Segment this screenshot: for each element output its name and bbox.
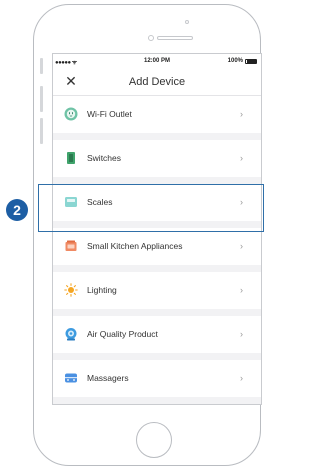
page-title: Add Device (128, 76, 186, 88)
air-quality-icon (65, 328, 77, 341)
home-button[interactable] (136, 422, 172, 458)
chevron-right-icon: › (240, 153, 243, 163)
proximity-sensor (185, 20, 189, 24)
volume-up-button (40, 86, 43, 112)
status-bar: ●●●●● ᯤ 12:00 PM 100% (53, 54, 261, 68)
volume-down-button (40, 118, 43, 144)
kitchen-appliance-icon (65, 240, 77, 251)
chevron-right-icon: › (240, 285, 243, 295)
category-row-wifi-outlet[interactable]: Wi-Fi Outlet › (53, 96, 261, 133)
category-row-lighting[interactable]: Lighting › (53, 272, 261, 309)
category-label: Wi-Fi Outlet (87, 109, 132, 119)
nav-bar: ✕ Add Device (53, 68, 261, 96)
battery-percent: 100% (227, 58, 243, 64)
switch-icon (67, 152, 75, 164)
device-category-list: Wi-Fi Outlet › Switches › Scales › Small… (53, 96, 261, 397)
battery-icon (245, 58, 257, 64)
light-icon (64, 283, 78, 297)
category-label: Small Kitchen Appliances (87, 241, 183, 251)
category-label: Lighting (87, 285, 117, 295)
step-highlight-box (38, 184, 264, 232)
category-row-switches[interactable]: Switches › (53, 140, 261, 177)
category-row-small-kitchen-appliances[interactable]: Small Kitchen Appliances › (53, 228, 261, 265)
massager-icon (65, 373, 77, 383)
chevron-right-icon: › (240, 373, 243, 383)
category-row-massagers[interactable]: Massagers › (53, 360, 261, 397)
chevron-right-icon: › (240, 241, 243, 251)
category-label: Switches (87, 153, 122, 163)
front-camera (148, 35, 154, 41)
chevron-right-icon: › (240, 329, 243, 339)
category-row-air-quality-product[interactable]: Air Quality Product › (53, 316, 261, 353)
chevron-right-icon: › (240, 109, 243, 119)
category-label: Air Quality Product (87, 329, 158, 339)
battery-indicator: 100% (228, 58, 257, 64)
category-label: Massagers (87, 373, 129, 383)
earpiece-speaker (157, 36, 193, 40)
mute-switch (40, 58, 43, 74)
outlet-icon (64, 107, 78, 121)
step-number-badge: 2 (6, 199, 28, 221)
